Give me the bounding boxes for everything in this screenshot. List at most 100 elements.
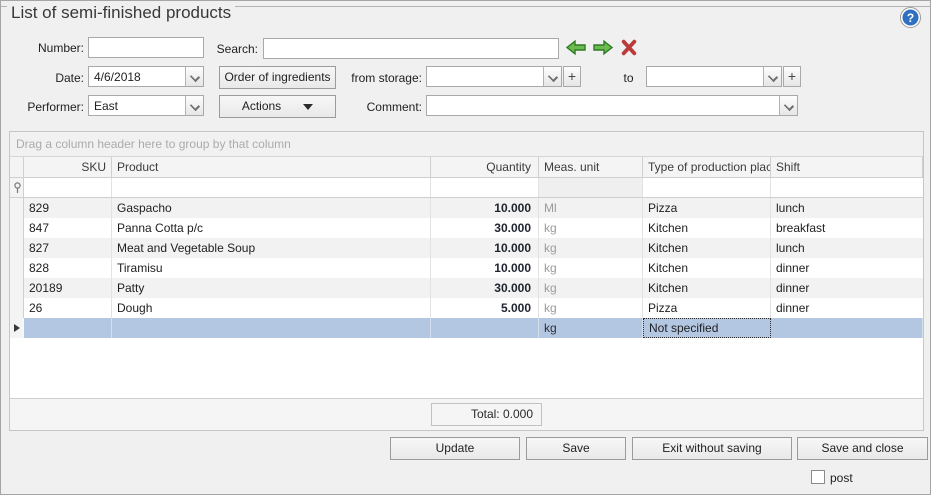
order-of-ingredients-button[interactable]: Order of ingredients bbox=[219, 66, 336, 89]
table-row: 827Meat and Vegetable Soup10.000kgKitche… bbox=[10, 238, 923, 258]
table-row: 829Gaspacho10.000MlPizzalunch bbox=[10, 198, 923, 218]
cell-quantity[interactable]: 10.000 bbox=[431, 198, 539, 218]
number-input[interactable] bbox=[88, 37, 204, 58]
cell-place[interactable]: Kitchen bbox=[643, 258, 771, 278]
row-indicator-cell bbox=[10, 218, 24, 238]
svg-text:?: ? bbox=[907, 11, 914, 25]
from-storage-dropdown[interactable] bbox=[426, 66, 562, 87]
from-storage-label: from storage: bbox=[338, 71, 422, 85]
new-row-cell-shift[interactable] bbox=[771, 318, 923, 338]
cell-shift[interactable]: dinner bbox=[771, 278, 923, 298]
cell-unit[interactable]: kg bbox=[539, 238, 643, 258]
cell-product[interactable]: Gaspacho bbox=[112, 198, 431, 218]
filter-cell-sku[interactable] bbox=[24, 178, 112, 197]
cell-unit[interactable]: kg bbox=[539, 258, 643, 278]
cell-unit[interactable]: kg bbox=[539, 298, 643, 318]
search-label: Search: bbox=[213, 42, 258, 56]
cell-quantity[interactable]: 30.000 bbox=[431, 218, 539, 238]
cell-place[interactable]: Pizza bbox=[643, 198, 771, 218]
actions-button[interactable]: Actions bbox=[219, 95, 336, 118]
post-checkbox-label[interactable]: post bbox=[830, 471, 853, 485]
cell-shift[interactable]: lunch bbox=[771, 198, 923, 218]
column-header-unit[interactable]: Meas. unit bbox=[539, 157, 643, 177]
column-header-shift[interactable]: Shift bbox=[771, 157, 923, 177]
filter-indicator-cell bbox=[10, 178, 24, 197]
cell-product[interactable]: Tiramisu bbox=[112, 258, 431, 278]
cell-sku[interactable]: 26 bbox=[24, 298, 112, 318]
row-arrow-icon bbox=[14, 324, 20, 332]
cell-unit[interactable]: kg bbox=[539, 278, 643, 298]
grid-empty-area bbox=[10, 338, 923, 398]
cell-place[interactable]: Pizza bbox=[643, 298, 771, 318]
performer-dropdown[interactable]: East bbox=[88, 95, 204, 116]
exit-without-saving-button[interactable]: Exit without saving bbox=[632, 437, 792, 460]
table-row: 20189Patty30.000kgKitchendinner bbox=[10, 278, 923, 298]
cell-sku[interactable]: 829 bbox=[24, 198, 112, 218]
cell-sku[interactable]: 828 bbox=[24, 258, 112, 278]
filter-cell-product[interactable] bbox=[112, 178, 431, 197]
cell-shift[interactable]: lunch bbox=[771, 238, 923, 258]
new-row-cell-sku[interactable] bbox=[24, 318, 112, 338]
green-arrow-left-icon[interactable] bbox=[565, 39, 587, 56]
chevron-down-icon[interactable] bbox=[185, 96, 203, 115]
column-header-quantity[interactable]: Quantity bbox=[431, 157, 539, 177]
cell-quantity[interactable]: 10.000 bbox=[431, 258, 539, 278]
row-indicator-cell bbox=[10, 198, 24, 218]
chevron-down-icon[interactable] bbox=[779, 96, 797, 115]
cell-place[interactable]: Kitchen bbox=[643, 278, 771, 298]
cell-unit[interactable]: kg bbox=[539, 218, 643, 238]
new-row-cell-place[interactable]: Not specified bbox=[643, 318, 771, 338]
cell-shift[interactable]: dinner bbox=[771, 298, 923, 318]
save-and-close-button[interactable]: Save and close bbox=[797, 437, 928, 460]
caret-down-icon bbox=[303, 104, 313, 110]
group-by-panel[interactable]: Drag a column header here to group by th… bbox=[10, 132, 923, 157]
chevron-down-icon[interactable] bbox=[763, 67, 781, 86]
row-indicator-cell bbox=[10, 278, 24, 298]
filter-cell-quantity[interactable] bbox=[431, 178, 539, 197]
cell-shift[interactable]: breakfast bbox=[771, 218, 923, 238]
new-row-cell-quantity[interactable] bbox=[431, 318, 539, 338]
chevron-down-icon[interactable] bbox=[185, 67, 203, 86]
search-input[interactable] bbox=[263, 38, 559, 59]
table-row: 828Tiramisu10.000kgKitchendinner bbox=[10, 258, 923, 278]
filter-cell-unit[interactable] bbox=[539, 178, 643, 197]
cell-unit[interactable]: Ml bbox=[539, 198, 643, 218]
pin-icon bbox=[13, 182, 22, 194]
comment-label: Comment: bbox=[361, 100, 422, 114]
cell-place[interactable]: Kitchen bbox=[643, 238, 771, 258]
cell-sku[interactable]: 847 bbox=[24, 218, 112, 238]
column-header-sku[interactable]: SKU bbox=[24, 157, 112, 177]
cell-sku[interactable]: 827 bbox=[24, 238, 112, 258]
column-header-product[interactable]: Product bbox=[112, 157, 431, 177]
row-indicator-cell bbox=[10, 238, 24, 258]
new-row-cell-product[interactable] bbox=[112, 318, 431, 338]
column-header-place[interactable]: Type of production place bbox=[643, 157, 771, 177]
new-row-selected: kgNot specified bbox=[10, 318, 923, 338]
grid-filter-row bbox=[10, 178, 923, 198]
post-checkbox[interactable] bbox=[811, 470, 825, 484]
date-dropdown[interactable]: 4/6/2018 bbox=[88, 66, 204, 87]
cell-product[interactable]: Patty bbox=[112, 278, 431, 298]
save-button[interactable]: Save bbox=[526, 437, 626, 460]
cell-product[interactable]: Panna Cotta p/c bbox=[112, 218, 431, 238]
update-button[interactable]: Update bbox=[390, 437, 520, 460]
cell-place[interactable]: Kitchen bbox=[643, 218, 771, 238]
cell-product[interactable]: Meat and Vegetable Soup bbox=[112, 238, 431, 258]
cell-quantity[interactable]: 5.000 bbox=[431, 298, 539, 318]
to-storage-add-button plus-icon[interactable]: + bbox=[783, 66, 801, 87]
filter-cell-shift[interactable] bbox=[771, 178, 923, 197]
green-arrow-right-icon[interactable] bbox=[592, 39, 614, 56]
cell-shift[interactable]: dinner bbox=[771, 258, 923, 278]
chevron-down-icon[interactable] bbox=[543, 67, 561, 86]
filter-cell-place[interactable] bbox=[643, 178, 771, 197]
red-x-icon[interactable] bbox=[620, 39, 638, 56]
cell-quantity[interactable]: 10.000 bbox=[431, 238, 539, 258]
cell-quantity[interactable]: 30.000 bbox=[431, 278, 539, 298]
comment-dropdown[interactable] bbox=[426, 95, 798, 116]
to-storage-dropdown[interactable] bbox=[646, 66, 782, 87]
new-row-cell-unit[interactable]: kg bbox=[539, 318, 643, 338]
cell-product[interactable]: Dough bbox=[112, 298, 431, 318]
from-storage-add-button plus-icon[interactable]: + bbox=[563, 66, 581, 87]
help-icon[interactable]: ? bbox=[900, 7, 921, 28]
cell-sku[interactable]: 20189 bbox=[24, 278, 112, 298]
